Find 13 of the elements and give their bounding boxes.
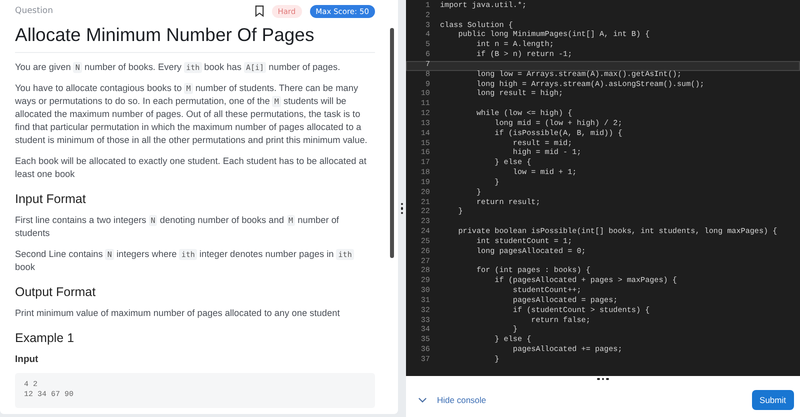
question-title: Allocate Minimum Number Of Pages — [15, 24, 375, 53]
hide-console-button[interactable]: Hide console — [418, 394, 486, 404]
section-heading: Example 1 — [15, 331, 76, 345]
subheading: Input — [15, 354, 40, 365]
section-heading: Output Format — [15, 285, 97, 299]
paragraph: Each book will be allocated to exactly one student. Each student has to be allocated at least one book — [15, 155, 368, 181]
paragraph: Print minimum value of maximum number of pages allocated to any one student — [15, 307, 341, 320]
code-editor[interactable] — [406, 0, 800, 376]
submit-button[interactable]: Submit — [752, 390, 794, 410]
section-heading: Input Format — [15, 192, 87, 206]
section-label: Question — [15, 6, 54, 16]
bookmark-icon[interactable] — [254, 5, 264, 17]
chevron-down-icon — [418, 396, 427, 402]
